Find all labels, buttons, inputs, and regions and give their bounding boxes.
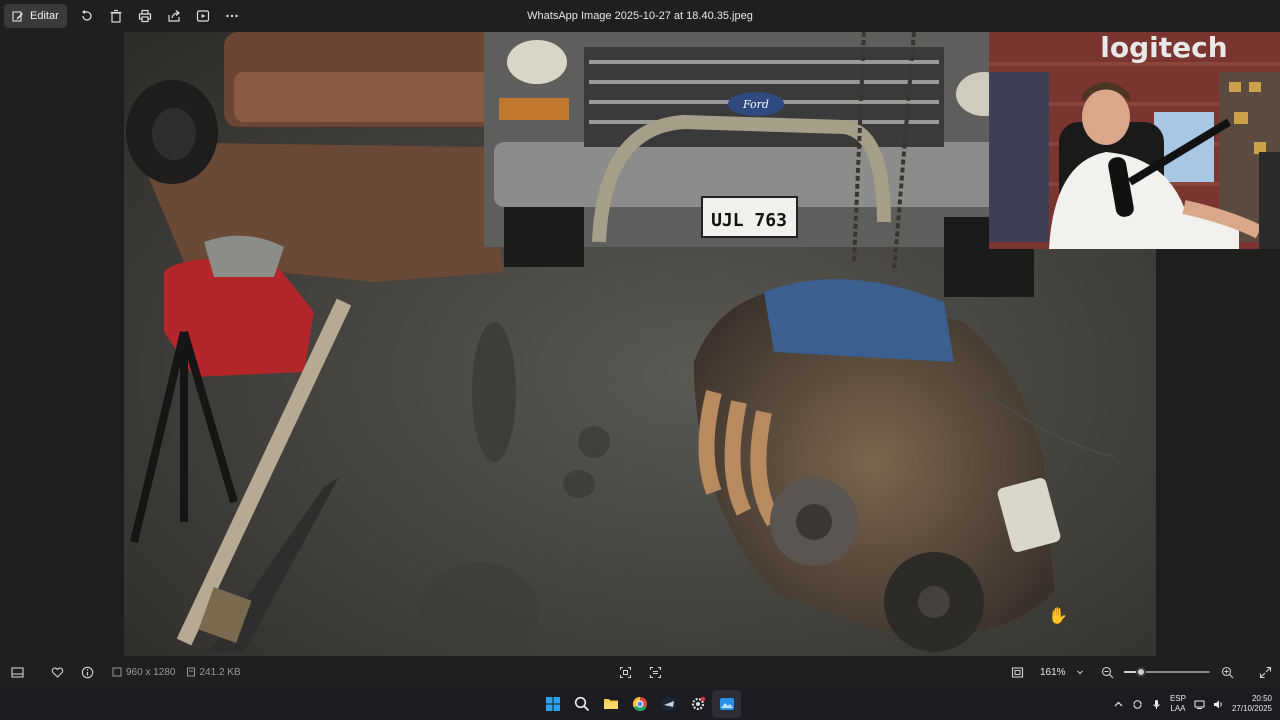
chevron-up-icon[interactable] (1113, 699, 1124, 710)
chevron-down-icon (1076, 670, 1083, 675)
webcam-streamer-illustration: logitech (989, 32, 1280, 249)
system-tray: ESP LAA 20:50 27/10/2025 (1113, 688, 1272, 720)
more-icon (226, 14, 238, 18)
scan-icon (649, 666, 661, 678)
gear-app-button[interactable] (683, 690, 712, 718)
heart-icon (51, 667, 63, 678)
share-icon (168, 10, 181, 22)
ford-badge-text: Ford (742, 98, 769, 111)
hand-cursor-icon: ✋ (1048, 608, 1068, 625)
steam-button[interactable] (654, 690, 683, 718)
edit-label: Editar (30, 10, 59, 22)
keyboard-layout: LAA (1170, 704, 1186, 713)
delete-icon (110, 9, 122, 23)
photos-app-window: Editar WhatsApp Image 2025-10-27 at 18.4… (0, 0, 1280, 688)
slideshow-button[interactable] (189, 4, 218, 28)
file-size: 241.2 KB (186, 667, 241, 678)
chrome-button[interactable] (625, 690, 654, 718)
file-size-icon (186, 667, 195, 677)
start-button[interactable] (538, 690, 567, 718)
clock-date: 27/10/2025 (1231, 704, 1272, 713)
fullscreen-button[interactable] (1250, 660, 1280, 684)
zoom-controls: 161% (1002, 660, 1280, 684)
rotate-button[interactable] (73, 4, 102, 28)
dimensions-text: 960 x 1280 (126, 666, 176, 678)
logitech-sign-text: logitech (1100, 32, 1227, 64)
fit-frame-icon (619, 666, 631, 678)
file-explorer-icon (603, 699, 618, 709)
edit-icon (12, 11, 23, 22)
share-button[interactable] (160, 4, 189, 28)
language-code: ESP (1169, 694, 1186, 703)
bottom-toolbar: 960 x 1280 241.2 KB 161% (0, 656, 1280, 688)
file-info-button[interactable] (72, 660, 102, 684)
image-dimensions: 960 x 1280 (112, 667, 176, 678)
delete-button[interactable] (102, 4, 131, 28)
display-icon[interactable] (1194, 699, 1205, 710)
zoom-out-button[interactable] (1096, 660, 1118, 684)
expand-icon (1259, 666, 1271, 678)
filmstrip-icon (10, 666, 24, 678)
filmstrip-button[interactable] (2, 660, 32, 684)
taskbar-search-button[interactable] (567, 690, 596, 718)
photos-icon (719, 698, 734, 710)
file-explorer-button[interactable] (596, 690, 625, 718)
info-icon (81, 666, 93, 678)
zoom-in-icon (1221, 666, 1233, 678)
zoom-slider[interactable] (1124, 666, 1210, 678)
steam-icon (661, 697, 676, 711)
top-toolbar: Editar WhatsApp Image 2025-10-27 at 18.4… (0, 0, 1280, 32)
image-viewer[interactable]: Ford UJL 763 logitech ✋ (0, 32, 1280, 656)
print-button[interactable] (131, 4, 160, 28)
file-size-text: 241.2 KB (199, 666, 241, 678)
image-size-icon (112, 667, 122, 677)
zoom-dropdown[interactable]: 161% (1040, 667, 1096, 678)
crop-view-button[interactable] (610, 660, 640, 684)
gear-app-icon (691, 696, 705, 711)
sync-icon[interactable] (1132, 699, 1143, 710)
clock[interactable]: 20:50 27/10/2025 (1232, 694, 1272, 714)
slideshow-icon (197, 10, 210, 22)
edit-button[interactable]: Editar (4, 4, 67, 28)
microphone-icon[interactable] (1151, 699, 1162, 710)
windows-taskbar: ESP LAA 20:50 27/10/2025 (0, 688, 1280, 720)
clock-time: 20:50 (1251, 694, 1272, 703)
zoom-slider-thumb[interactable] (1136, 667, 1147, 677)
rotate-icon (82, 10, 92, 21)
fit-to-window-button[interactable] (1002, 660, 1032, 684)
volume-icon[interactable] (1213, 699, 1224, 710)
zoom-value: 161% (1040, 666, 1066, 678)
license-plate-text: UJL 763 (711, 210, 787, 231)
zoom-in-button[interactable] (1216, 660, 1238, 684)
language-indicator[interactable]: ESP LAA (1170, 694, 1186, 714)
windows-start-icon (545, 697, 560, 711)
fit-window-icon (1011, 666, 1023, 678)
print-icon (139, 9, 152, 23)
webcam-overlay: logitech (989, 32, 1280, 249)
chrome-icon (632, 696, 647, 712)
zoom-out-icon (1101, 666, 1113, 678)
search-icon (574, 696, 589, 712)
visual-search-button[interactable] (640, 660, 670, 684)
favorite-button[interactable] (42, 660, 72, 684)
photos-button[interactable] (712, 690, 741, 718)
more-button[interactable] (218, 4, 247, 28)
